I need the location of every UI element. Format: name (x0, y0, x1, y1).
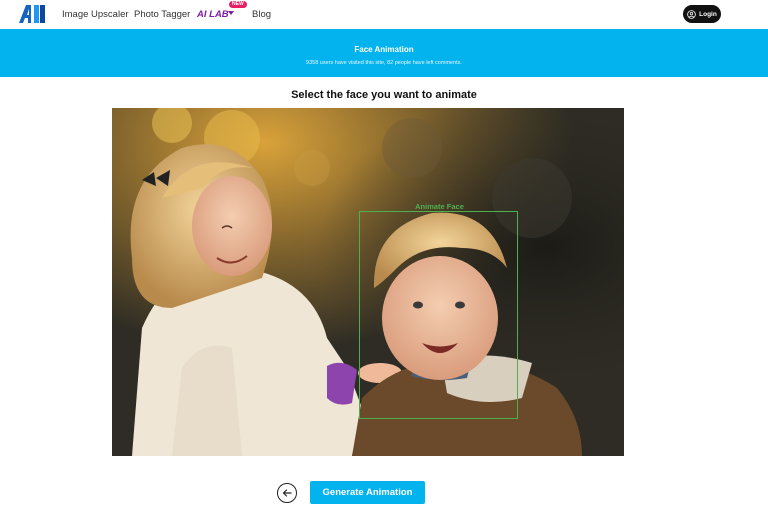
section-heading: Select the face you want to animate (291, 89, 477, 101)
uploaded-photo: Animate Face (112, 108, 624, 456)
nav-link-photo-tagger[interactable]: Photo Tagger (134, 9, 190, 20)
chevron-down-icon[interactable] (228, 11, 234, 15)
arrow-left-icon (282, 489, 292, 497)
logo[interactable] (19, 5, 46, 23)
nav-link-blog[interactable]: Blog (252, 9, 271, 20)
generate-animation-button[interactable]: Generate Animation (310, 481, 425, 504)
new-badge: NEW (229, 1, 247, 8)
page-title: Face Animation (354, 45, 414, 54)
visitor-stats: 9358 users have visited this site, 82 pe… (306, 60, 462, 66)
login-button[interactable]: Login (683, 5, 721, 23)
nav-ai-lab[interactable]: AI LAB (197, 9, 229, 20)
back-button[interactable] (277, 483, 297, 503)
nav-link-image-upscaler[interactable]: Image Upscaler (62, 9, 129, 20)
login-label: Login (699, 10, 717, 18)
face-selection-box[interactable]: Animate Face (359, 202, 518, 419)
face-label: Animate Face (415, 202, 464, 211)
page-banner: Face Animation 9358 users have visited t… (0, 29, 768, 77)
user-circle-icon (687, 9, 696, 19)
top-nav: Image Upscaler Photo Tagger AI LAB NEW B… (0, 0, 768, 29)
